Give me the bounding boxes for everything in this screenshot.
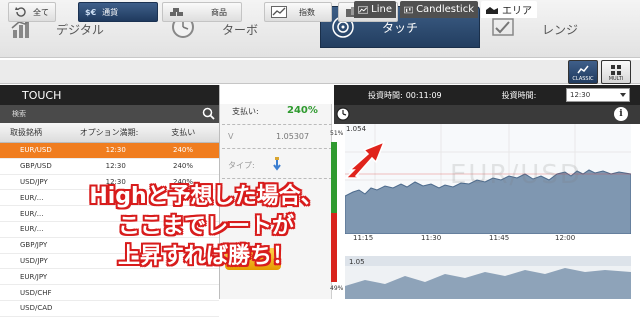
line-chart-icon <box>358 5 369 14</box>
divider <box>222 178 332 179</box>
asset-name: EUR/JPY <box>20 272 48 281</box>
tab-turbo-label: ターボ <box>221 22 258 37</box>
column-expiry[interactable]: オプション満期: <box>70 127 162 138</box>
table-row[interactable]: GBP/USD 12:30 240% <box>0 159 219 175</box>
index-chart-icon <box>271 6 287 18</box>
tab-line-chart[interactable]: Line <box>354 1 396 18</box>
info-icon[interactable]: i <box>614 107 628 121</box>
multi-view-button[interactable]: MULTI <box>601 60 631 84</box>
clock-icon[interactable] <box>336 107 350 121</box>
type-label: タイプ: <box>228 161 255 170</box>
panel-title: TOUCH <box>0 85 219 105</box>
asset-expiry: 12:30 <box>105 146 126 155</box>
category-tab-bar <box>0 60 640 84</box>
expiry-select-value: 12:30 <box>570 91 591 99</box>
asset-expiry: 12:30 <box>105 162 126 171</box>
annotation-line-2: ここまでレートが <box>117 214 294 239</box>
tab-candlestick-chart[interactable]: Candlestick <box>400 1 478 18</box>
classic-view-label: CLASSIC <box>572 76 594 82</box>
tab-range-label: レンジ <box>541 22 578 37</box>
asset-name: USD/CHF <box>20 288 52 297</box>
chart-view-icon <box>577 65 589 74</box>
multi-view-label: MULTI <box>608 76 624 82</box>
payout-value: 240% <box>287 105 318 116</box>
tab-currency[interactable]: $€ 通貨 <box>78 2 158 22</box>
v-label: V <box>228 132 234 141</box>
asset-table-header: 取扱銘柄 オプション満期: 支払い <box>0 123 219 143</box>
tab-line-label: Line <box>371 4 392 15</box>
tab-digital-label: デジタル <box>56 22 104 37</box>
down-percent: 49% <box>330 285 344 292</box>
asset-payout: 240% <box>172 162 193 171</box>
divider <box>222 124 332 125</box>
tab-commodities-label: 商品 <box>211 7 227 17</box>
chart-x-axis: 11:15 11:30 11:45 12:00 <box>345 234 631 246</box>
search-label: 検索 <box>12 110 26 118</box>
payout-label: 支払い: <box>232 107 259 116</box>
red-arrow-annotation <box>344 140 386 179</box>
touch-direction-icon[interactable] <box>270 156 284 172</box>
investment-time-label: 投資時間: <box>368 90 403 100</box>
tab-indices[interactable]: 指数 <box>264 2 332 22</box>
tab-area-chart[interactable]: エリア <box>481 1 537 18</box>
asset-name: EUR/USD <box>20 146 52 155</box>
tab-indices-label: 指数 <box>299 7 315 17</box>
column-payout[interactable]: 支払い <box>161 127 219 138</box>
search-input[interactable]: 検索 <box>0 105 219 123</box>
chevron-down-icon <box>620 93 626 97</box>
tab-all-label: 全て <box>33 7 49 17</box>
tab-all[interactable]: 全て <box>8 2 56 22</box>
chart-y-label: 1.054 <box>346 125 367 133</box>
asset-name: USD/CAD <box>20 304 53 313</box>
grid-view-icon <box>611 65 621 75</box>
classic-view-button[interactable]: CLASSIC <box>568 60 598 84</box>
up-percent: 51% <box>330 130 344 137</box>
table-row[interactable]: EUR/USD 12:30 240% <box>0 143 219 159</box>
tab-currency-label: 通貨 <box>102 7 119 17</box>
tab-commodities[interactable]: 商品 <box>162 2 242 22</box>
annotation-callout: Highと予想した場合、 ここまでレートが 上昇すれば勝ち！ <box>46 182 366 272</box>
annotation-line-3: 上昇すれば勝ち！ <box>117 244 294 269</box>
deadline-label: 投資時間: <box>501 90 537 100</box>
x-tick: 11:45 <box>489 234 510 242</box>
gold-bars-icon <box>170 8 183 16</box>
candlestick-icon <box>404 6 414 13</box>
asset-payout: 240% <box>172 146 193 155</box>
expiry-select[interactable]: 12:30 <box>566 88 630 102</box>
asset-name: GBP/USD <box>20 162 52 171</box>
search-icon[interactable] <box>202 107 215 120</box>
currency-icon: $€ <box>85 7 97 17</box>
investment-time-value: 00:11:09 <box>405 90 442 100</box>
tab-area-label: エリア <box>502 6 532 17</box>
annotation-line-1: Highと予想した場合、 <box>89 184 323 209</box>
x-tick: 12:00 <box>555 234 576 242</box>
x-tick: 11:30 <box>421 234 442 242</box>
table-row[interactable]: USD/CAD <box>0 301 219 317</box>
tab-candlestick-label: Candlestick <box>416 4 474 15</box>
v-value: 1.05307 <box>276 132 310 141</box>
column-asset[interactable]: 取扱銘柄 <box>0 127 70 138</box>
chart-type-tabs <box>334 105 640 124</box>
refresh-icon <box>15 7 26 17</box>
chart-watermark: EUR/USD <box>450 160 582 190</box>
chart-navigator[interactable] <box>345 256 631 299</box>
area-chart-icon <box>486 6 498 14</box>
divider <box>222 148 332 149</box>
